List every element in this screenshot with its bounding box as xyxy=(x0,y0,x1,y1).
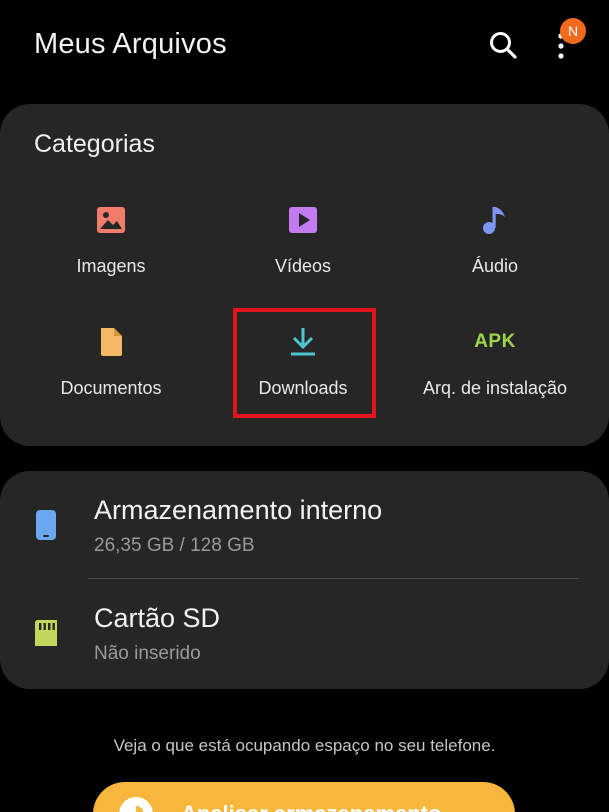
category-label: Áudio xyxy=(471,256,519,276)
categories-title: Categorias xyxy=(34,130,155,158)
search-icon xyxy=(490,32,517,59)
sd-card-icon xyxy=(32,617,60,649)
apk-icon: APK xyxy=(474,322,516,362)
document-icon xyxy=(91,322,131,362)
storage-name: Armazenamento interno xyxy=(94,495,383,525)
category-label: Arq. de instalação xyxy=(422,378,568,398)
highlight-annotation xyxy=(233,308,376,418)
storage-detail: Não inserido xyxy=(94,643,201,664)
phone-icon xyxy=(32,509,60,541)
category-install-files[interactable]: APK Arq. de instalação xyxy=(395,322,595,422)
analyze-storage-button[interactable]: Analisar armazenamento xyxy=(93,782,515,812)
category-documents[interactable]: Documentos xyxy=(11,322,211,422)
category-label: Imagens xyxy=(76,256,146,276)
app-header: Meus Arquivos N xyxy=(0,0,609,92)
analyze-icon xyxy=(119,797,153,812)
video-icon xyxy=(283,200,323,240)
category-label: Vídeos xyxy=(274,256,332,276)
category-images[interactable]: Imagens xyxy=(11,200,211,300)
storage-card: Armazenamento interno 26,35 GB / 128 GB … xyxy=(0,471,609,689)
notification-badge: N xyxy=(560,18,586,44)
category-audio[interactable]: Áudio xyxy=(395,200,595,300)
categories-card: Categorias Imagens Vídeos Áudio Document… xyxy=(0,104,609,446)
storage-internal-row[interactable]: Armazenamento interno 26,35 GB / 128 GB xyxy=(0,471,609,571)
app-title: Meus Arquivos xyxy=(34,28,227,60)
storage-detail: 26,35 GB / 128 GB xyxy=(94,535,255,556)
my-files-screen: Meus Arquivos N Categorias Imagens Vídeo… xyxy=(0,0,609,812)
category-videos[interactable]: Vídeos xyxy=(203,200,403,300)
storage-sd-row[interactable]: Cartão SD Não inserido xyxy=(0,579,609,679)
storage-name: Cartão SD xyxy=(94,603,221,633)
category-label: Documentos xyxy=(60,378,162,398)
search-button[interactable] xyxy=(484,26,522,64)
music-note-icon xyxy=(475,200,515,240)
analyze-label: Analisar armazenamento xyxy=(181,801,441,812)
apk-icon-text: APK xyxy=(474,331,516,352)
storage-hint: Veja o que está ocupando espaço no seu t… xyxy=(113,736,496,755)
image-icon xyxy=(91,200,131,240)
